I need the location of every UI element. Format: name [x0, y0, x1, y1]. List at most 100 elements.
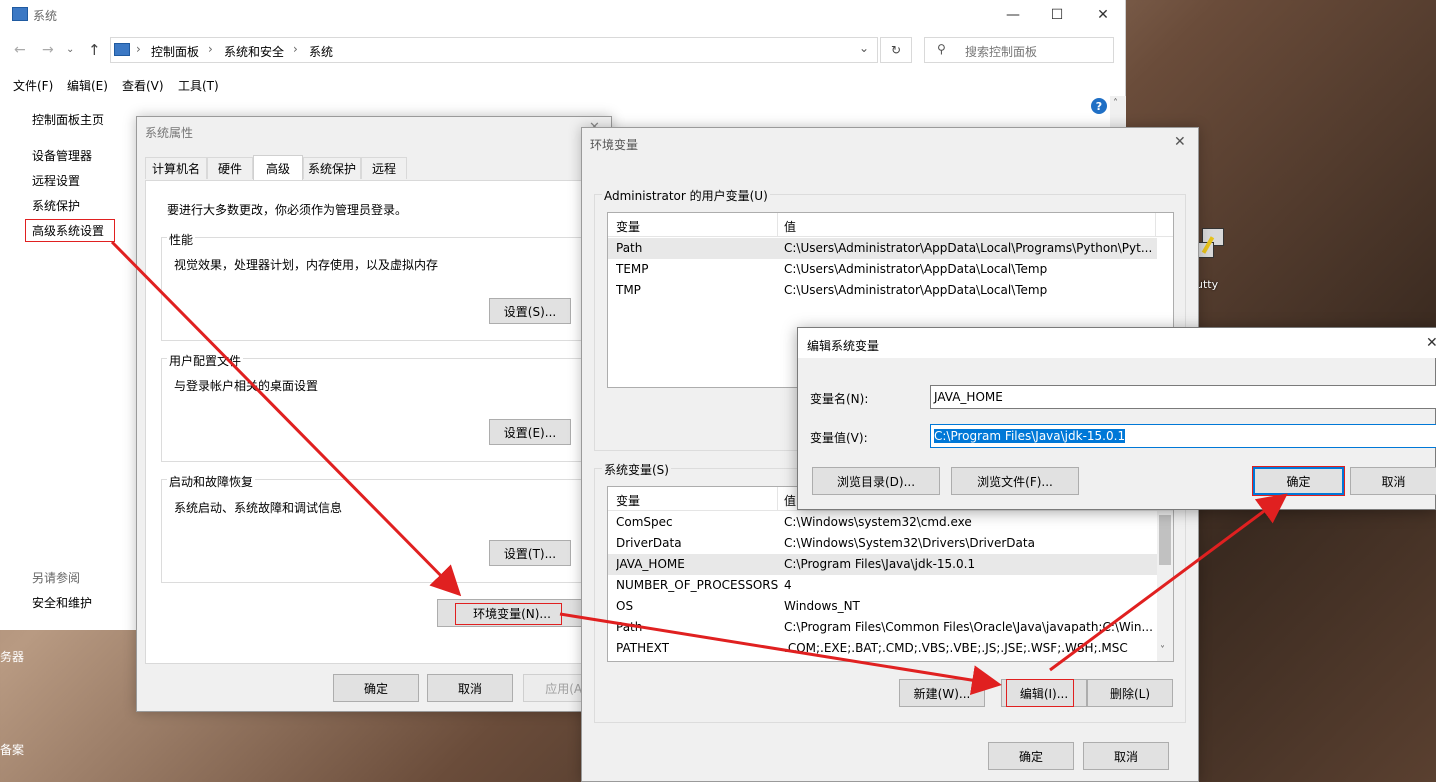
list-item[interactable]: PATHEXT .COM;.EXE;.BAT;.CMD;.VBS;.VBE;.J…	[608, 638, 1157, 659]
var-value-selected-text: C:\Program Files\Java\jdk-15.0.1	[934, 429, 1126, 443]
col-header-value[interactable]: 值	[784, 492, 796, 509]
menu-tools[interactable]: 工具(T)	[178, 77, 219, 94]
putty-label: utty	[1196, 278, 1219, 291]
startup-recovery-desc: 系统启动、系统故障和调试信息	[174, 501, 343, 515]
startup-recovery-group	[161, 479, 601, 583]
tab-system-protection[interactable]: 系统保护	[303, 157, 361, 179]
startup-recovery-title: 启动和故障恢复	[167, 473, 256, 490]
system-icon	[12, 7, 28, 21]
list-item[interactable]: DriverData C:\Windows\System32\Drivers\D…	[608, 533, 1157, 554]
desktop-label[interactable]: 备案	[0, 741, 24, 758]
window-title: 系统	[33, 9, 58, 23]
see-also-title: 另请参阅	[32, 571, 81, 585]
user-profile-group	[161, 358, 601, 462]
list-header: 变量 值	[608, 213, 1173, 237]
var-value-label: 变量值(V):	[810, 431, 868, 445]
back-arrow-icon[interactable]: ←	[14, 42, 26, 58]
system-vars-title: 系统变量(S)	[602, 461, 671, 478]
dialog-title: 环境变量	[590, 138, 639, 152]
tab-computer-name[interactable]: 计算机名	[145, 157, 207, 179]
sidebar-item-advanced[interactable]: 高级系统设置	[32, 222, 104, 239]
new-button[interactable]: 新建(W)...	[899, 679, 985, 707]
menu-file[interactable]: 文件(F)	[13, 77, 53, 94]
list-item[interactable]: TMP C:\Users\Administrator\AppData\Local…	[608, 280, 1157, 301]
cancel-button[interactable]: 取消	[1350, 467, 1436, 495]
list-item[interactable]: Path C:\Program Files\Common Files\Oracl…	[608, 617, 1157, 638]
menu-view[interactable]: 查看(V)	[122, 77, 164, 94]
scroll-down-icon[interactable]: ˅	[1160, 645, 1165, 656]
title-bar: 系统 — ☐ ✕	[0, 0, 1126, 30]
close-icon[interactable]: ✕	[1080, 0, 1126, 30]
chevron-icon: ›	[208, 42, 213, 56]
breadcrumb-control-panel[interactable]: 控制面板	[151, 43, 199, 60]
breadcrumb-system-security[interactable]: 系统和安全	[224, 43, 284, 60]
col-header-variable[interactable]: 变量	[616, 218, 640, 235]
scroll-thumb[interactable]	[1159, 515, 1171, 565]
tab-advanced[interactable]: 高级	[253, 155, 303, 181]
list-item[interactable]: ComSpec C:\Windows\system32\cmd.exe	[608, 512, 1157, 533]
browse-directory-button[interactable]: 浏览目录(D)...	[812, 467, 940, 495]
close-icon[interactable]: ✕	[1426, 335, 1436, 351]
close-icon[interactable]: ✕	[1174, 134, 1186, 150]
menu-edit[interactable]: 编辑(E)	[67, 77, 108, 94]
minimize-icon[interactable]: —	[990, 0, 1036, 30]
list-item[interactable]: TEMP C:\Users\Administrator\AppData\Loca…	[608, 259, 1157, 280]
breadcrumb-system[interactable]: 系统	[309, 43, 333, 60]
edit-button[interactable]: 编辑(I)...	[1001, 679, 1087, 707]
history-dropdown-icon[interactable]: ⌄	[66, 44, 74, 55]
ok-button[interactable]: 确定	[988, 742, 1074, 770]
browse-file-button[interactable]: 浏览文件(F)...	[951, 467, 1079, 495]
maximize-icon[interactable]: ☐	[1034, 0, 1080, 30]
user-profile-title: 用户配置文件	[167, 352, 244, 369]
delete-button[interactable]: 删除(L)	[1087, 679, 1173, 707]
chevron-icon: ›	[136, 42, 141, 56]
help-icon[interactable]: ?	[1091, 98, 1107, 114]
advanced-tab-panel: 要进行大多数更改，你必须作为管理员登录。 性能 视觉效果，处理器计划，内存使用，…	[145, 180, 605, 664]
performance-settings-button[interactable]: 设置(S)...	[489, 298, 571, 324]
forward-arrow-icon[interactable]: →	[42, 42, 54, 58]
ok-button[interactable]: 确定	[333, 674, 419, 702]
performance-title: 性能	[167, 231, 196, 248]
user-profile-settings-button[interactable]: 设置(E)...	[489, 419, 571, 445]
performance-desc: 视觉效果，处理器计划，内存使用，以及虚拟内存	[174, 258, 439, 272]
tab-hardware[interactable]: 硬件	[207, 157, 253, 179]
var-name-input[interactable]: JAVA_HOME	[930, 385, 1436, 409]
dialog-title: 编辑系统变量	[807, 339, 880, 353]
startup-recovery-settings-button[interactable]: 设置(T)...	[489, 540, 571, 566]
menu-bar: 文件(F) 编辑(E) 查看(V) 工具(T)	[0, 72, 1126, 96]
scrollbar[interactable]: ˅	[1157, 511, 1173, 661]
cancel-button[interactable]: 取消	[1083, 742, 1169, 770]
scroll-up-icon[interactable]: ˄	[1113, 98, 1118, 109]
ok-button-highlight	[1252, 466, 1345, 496]
sidebar-item-remote[interactable]: 远程设置	[32, 172, 80, 189]
user-vars-title: Administrator 的用户变量(U)	[602, 187, 770, 204]
env-variables-button[interactable]: 环境变量(N)...	[437, 599, 587, 627]
putty-icon[interactable]	[1196, 228, 1226, 268]
desktop-label[interactable]: 务器	[0, 648, 24, 665]
env-variables-highlight	[455, 603, 562, 625]
title-bar	[798, 328, 1436, 358]
list-item[interactable]: NUMBER_OF_PROCESSORS 4	[608, 575, 1157, 596]
search-input[interactable]: ⚲ 搜索控制面板	[924, 37, 1114, 63]
ok-button[interactable]: 确定	[1252, 466, 1345, 496]
system-vars-list[interactable]: 变量 值 ComSpec C:\Windows\system32\cmd.exe…	[607, 486, 1174, 662]
sidebar-home[interactable]: 控制面板主页	[32, 111, 104, 128]
refresh-icon[interactable]: ↻	[880, 37, 912, 63]
address-bar[interactable]: › 控制面板 › 系统和安全 › 系统 ⌄	[110, 37, 878, 63]
performance-group	[161, 237, 601, 341]
var-value-input[interactable]: C:\Program Files\Java\jdk-15.0.1	[930, 424, 1436, 448]
chevron-down-icon[interactable]: ⌄	[859, 41, 869, 55]
search-placeholder: 搜索控制面板	[965, 45, 1038, 59]
list-item[interactable]: Path C:\Users\Administrator\AppData\Loca…	[608, 238, 1157, 259]
col-header-value[interactable]: 值	[784, 218, 796, 235]
sidebar-item-device-manager[interactable]: 设备管理器	[32, 147, 92, 164]
var-name-label: 变量名(N):	[810, 392, 869, 406]
list-item[interactable]: OS Windows_NT	[608, 596, 1157, 617]
tab-remote[interactable]: 远程	[361, 157, 407, 179]
cancel-button[interactable]: 取消	[427, 674, 513, 702]
sidebar-item-protection[interactable]: 系统保护	[32, 197, 80, 214]
list-item[interactable]: JAVA_HOME C:\Program Files\Java\jdk-15.0…	[608, 554, 1157, 575]
col-header-variable[interactable]: 变量	[616, 492, 640, 509]
see-also-security[interactable]: 安全和维护	[32, 594, 92, 611]
up-arrow-icon[interactable]: ↑	[88, 41, 101, 59]
